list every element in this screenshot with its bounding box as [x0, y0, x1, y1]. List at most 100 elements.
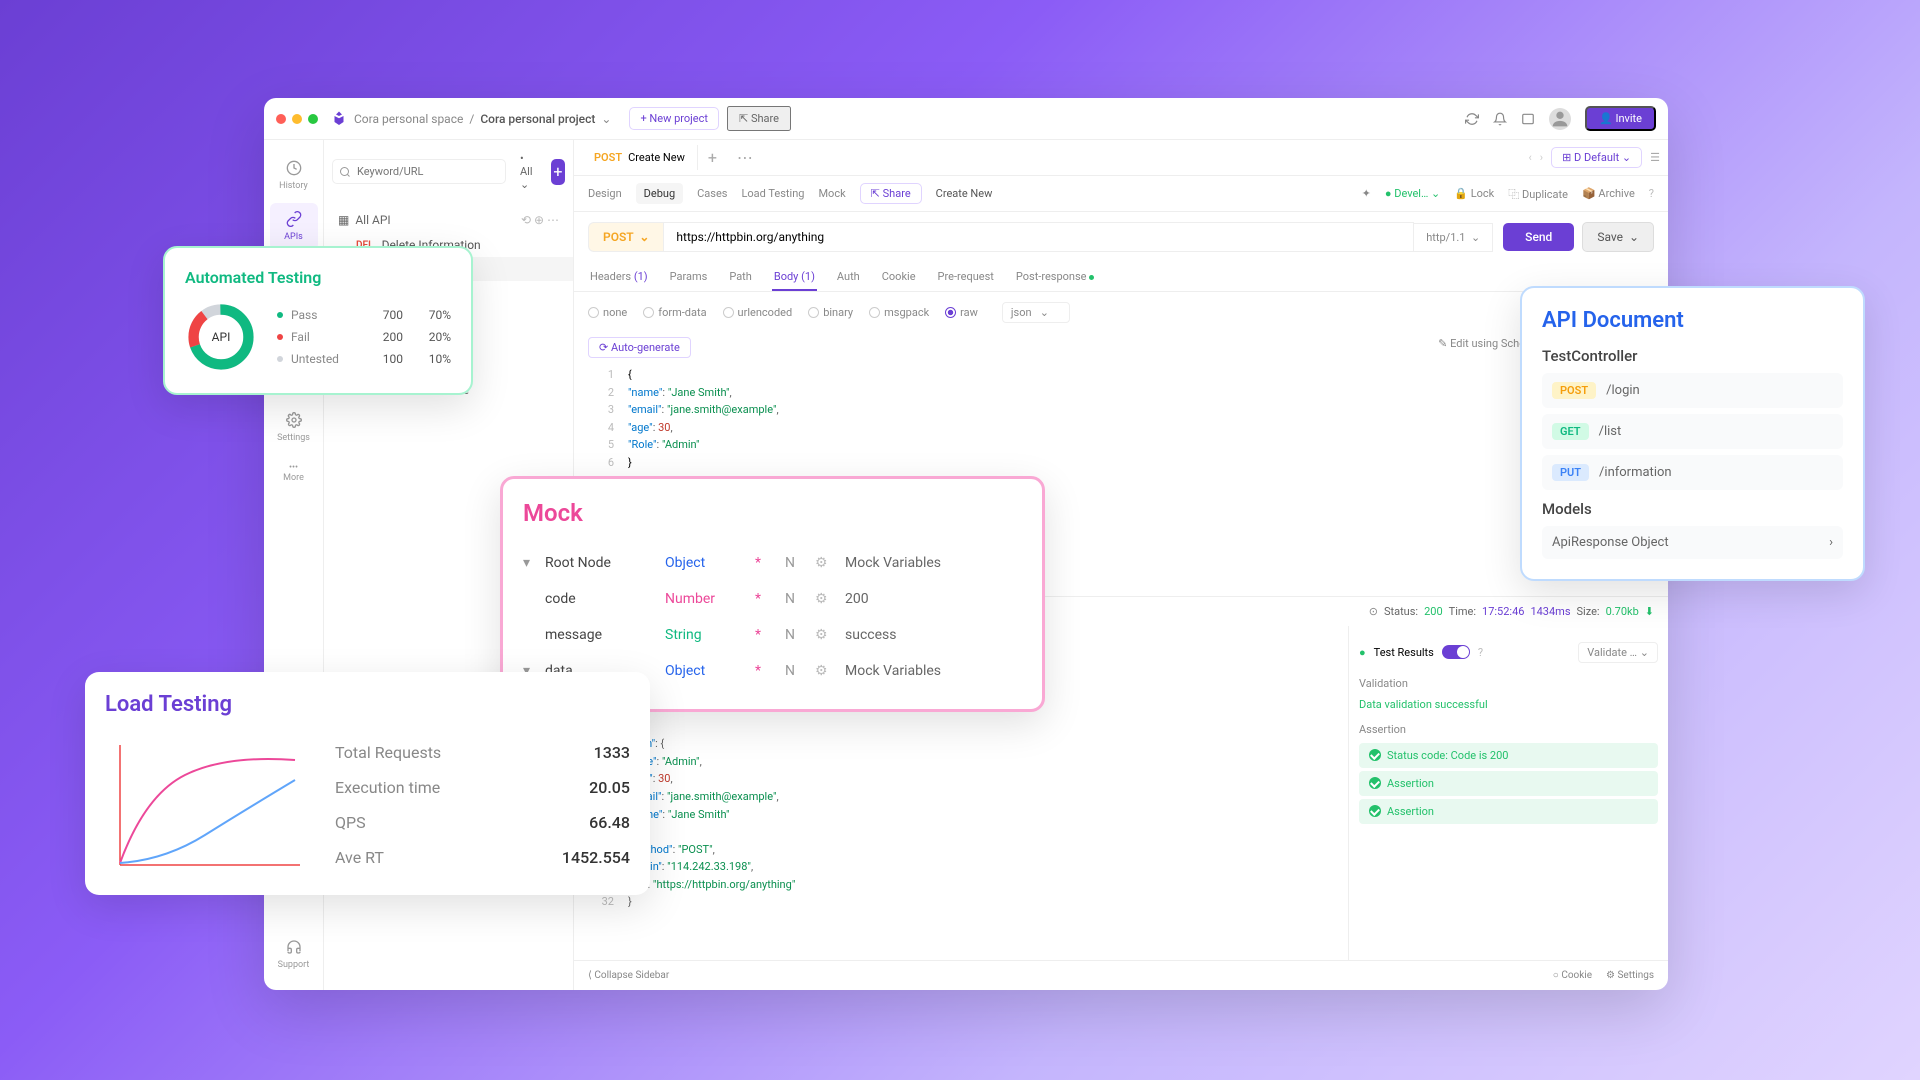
- tab-path[interactable]: Path: [727, 262, 754, 291]
- bell-icon[interactable]: [1493, 112, 1507, 126]
- subheader: Design Debug Cases Load Testing Mock ⇱ S…: [574, 176, 1668, 212]
- tab-nav-next[interactable]: ›: [1540, 151, 1543, 164]
- save-button[interactable]: Save ⌄: [1582, 222, 1654, 252]
- all-api-header[interactable]: ▦ All API⟲ ⊕ ⋯: [324, 207, 573, 233]
- doc-controller: TestController: [1542, 347, 1843, 365]
- sub-design[interactable]: Design: [588, 187, 622, 200]
- add-button[interactable]: +: [551, 159, 565, 185]
- close-icon[interactable]: [276, 114, 286, 124]
- request-body-editor[interactable]: 1{2 "name": "Jane Smith",3 "email": "jan…: [574, 362, 1668, 476]
- doc-model-item[interactable]: ApiResponse Object›: [1542, 526, 1843, 559]
- refresh-icon[interactable]: [1465, 112, 1479, 126]
- sub-debug[interactable]: Debug: [636, 183, 683, 204]
- automated-testing-card: Automated Testing API Pass70070%Fail2002…: [163, 246, 473, 395]
- help-icon[interactable]: ?: [1649, 187, 1654, 200]
- duplicate-button[interactable]: ⿻ Duplicate: [1508, 186, 1568, 202]
- maximize-icon[interactable]: [308, 114, 318, 124]
- doc-endpoint-row[interactable]: PUT/information: [1542, 455, 1843, 490]
- auto-generate-button[interactable]: ⟳ Auto-generate: [588, 337, 691, 358]
- footer-settings[interactable]: ⚙ Settings: [1606, 970, 1654, 981]
- test-results-panel: ● Test Results ? Validate … ⌄ Validation…: [1348, 626, 1668, 960]
- breadcrumb[interactable]: Cora personal space / Cora personal proj…: [354, 112, 611, 126]
- help-icon[interactable]: ?: [1478, 646, 1483, 659]
- tab-headers[interactable]: Headers (1): [588, 262, 650, 291]
- tab-body[interactable]: Body (1): [772, 262, 817, 291]
- assertion-row: Status code: Code is 200: [1359, 743, 1658, 768]
- nav-history[interactable]: History: [270, 152, 318, 199]
- tab-nav-prev[interactable]: ‹: [1528, 151, 1531, 164]
- archive-button[interactable]: 📦 Archive: [1582, 187, 1635, 200]
- mock-field-row[interactable]: ▾Root NodeObject*N⚙Mock Variables: [523, 545, 1022, 581]
- load-stat-row: Total Requests1333: [335, 735, 630, 770]
- env-develop[interactable]: ● Devel… ⌄: [1385, 187, 1440, 200]
- bt-form[interactable]: form-data: [643, 306, 706, 319]
- load-chart: [105, 735, 305, 875]
- doc-title: API Document: [1542, 308, 1843, 333]
- bt-binary[interactable]: binary: [808, 306, 853, 319]
- chevron-down-icon[interactable]: ⌄: [601, 112, 611, 126]
- nav-more[interactable]: •••More: [270, 455, 318, 491]
- load-title: Load Testing: [105, 692, 630, 717]
- tab-add[interactable]: +: [698, 142, 727, 173]
- method-select[interactable]: POST ⌄: [588, 222, 663, 252]
- protocol-select[interactable]: http/1.1 ⌄: [1414, 223, 1493, 252]
- minimize-icon[interactable]: [292, 114, 302, 124]
- mock-field-row[interactable]: messageString*N⚙success: [523, 617, 1022, 653]
- url-input[interactable]: [663, 222, 1414, 252]
- auto-stat-row: Untested10010%: [277, 348, 451, 370]
- panel-toggle-icon[interactable]: ☰: [1650, 151, 1660, 164]
- tab-more[interactable]: ⋯: [727, 142, 763, 173]
- assertion-row: Assertion: [1359, 799, 1658, 824]
- window-controls[interactable]: [276, 114, 318, 124]
- validation-result: Data validation successful: [1359, 694, 1658, 715]
- search-input[interactable]: [332, 159, 506, 184]
- auto-stat-row: Pass70070%: [277, 304, 451, 326]
- invite-button[interactable]: 👤 Invite: [1585, 106, 1656, 131]
- new-project-button[interactable]: + New project: [629, 107, 719, 130]
- bt-url[interactable]: urlencoded: [723, 306, 793, 319]
- sub-cases[interactable]: Cases: [697, 187, 727, 200]
- doc-endpoint-row[interactable]: POST/login: [1542, 373, 1843, 408]
- bt-raw[interactable]: raw: [945, 306, 978, 319]
- mock-title: Mock: [523, 499, 1022, 527]
- share-button[interactable]: ⇱ Share: [727, 106, 791, 131]
- assertion-row: Assertion: [1359, 771, 1658, 796]
- load-stat-row: Ave RT1452.554: [335, 840, 630, 875]
- validation-label: Validation: [1359, 669, 1658, 694]
- nav-apis[interactable]: APIs: [270, 203, 318, 250]
- workspace-name[interactable]: Cora personal space: [354, 112, 463, 126]
- tab-auth[interactable]: Auth: [835, 262, 862, 291]
- nav-support[interactable]: Support: [270, 931, 318, 978]
- filter-select[interactable]: • All ⌄: [512, 148, 545, 195]
- tab-params[interactable]: Params: [668, 262, 710, 291]
- lock-button[interactable]: 🔒 Lock: [1454, 187, 1494, 200]
- footer-cookie[interactable]: ○ Cookie: [1553, 970, 1592, 981]
- doc-endpoint-row[interactable]: GET/list: [1542, 414, 1843, 449]
- tab-pre-request[interactable]: Pre-request: [936, 262, 996, 291]
- tab-post-response[interactable]: Post-response: [1014, 262, 1096, 291]
- sub-load[interactable]: Load Testing: [741, 187, 804, 200]
- sub-share-button[interactable]: ⇱ Share: [860, 183, 922, 204]
- project-name[interactable]: Cora personal project: [480, 112, 595, 126]
- validate-select[interactable]: Validate … ⌄: [1578, 642, 1658, 663]
- env-select[interactable]: ⊞ D Default ⌄: [1551, 147, 1642, 168]
- archive-icon[interactable]: [1521, 112, 1535, 126]
- bt-msgpack[interactable]: msgpack: [869, 306, 929, 319]
- send-button[interactable]: Send: [1503, 223, 1574, 251]
- magic-icon[interactable]: ✦: [1362, 187, 1371, 200]
- collapse-sidebar-button[interactable]: ⟨ Collapse Sidebar: [588, 970, 669, 981]
- titlebar: Cora personal space / Cora personal proj…: [264, 98, 1668, 140]
- bt-none[interactable]: none: [588, 306, 627, 319]
- nav-settings[interactable]: Settings: [270, 404, 318, 451]
- tab-cookie[interactable]: Cookie: [880, 262, 918, 291]
- test-results-toggle[interactable]: [1442, 645, 1470, 659]
- format-select[interactable]: json ⌄: [1002, 302, 1070, 323]
- sub-mock[interactable]: Mock: [818, 187, 845, 200]
- auto-stat-row: Fail20020%: [277, 326, 451, 348]
- mock-field-row[interactable]: codeNumber*N⚙200: [523, 581, 1022, 617]
- avatar[interactable]: [1549, 108, 1571, 130]
- sub-title: Create New: [936, 187, 993, 200]
- tab-create-new[interactable]: POST Create New: [582, 145, 698, 170]
- auto-title: Automated Testing: [185, 268, 451, 287]
- footer: ⟨ Collapse Sidebar ○ Cookie ⚙ Settings: [574, 960, 1668, 990]
